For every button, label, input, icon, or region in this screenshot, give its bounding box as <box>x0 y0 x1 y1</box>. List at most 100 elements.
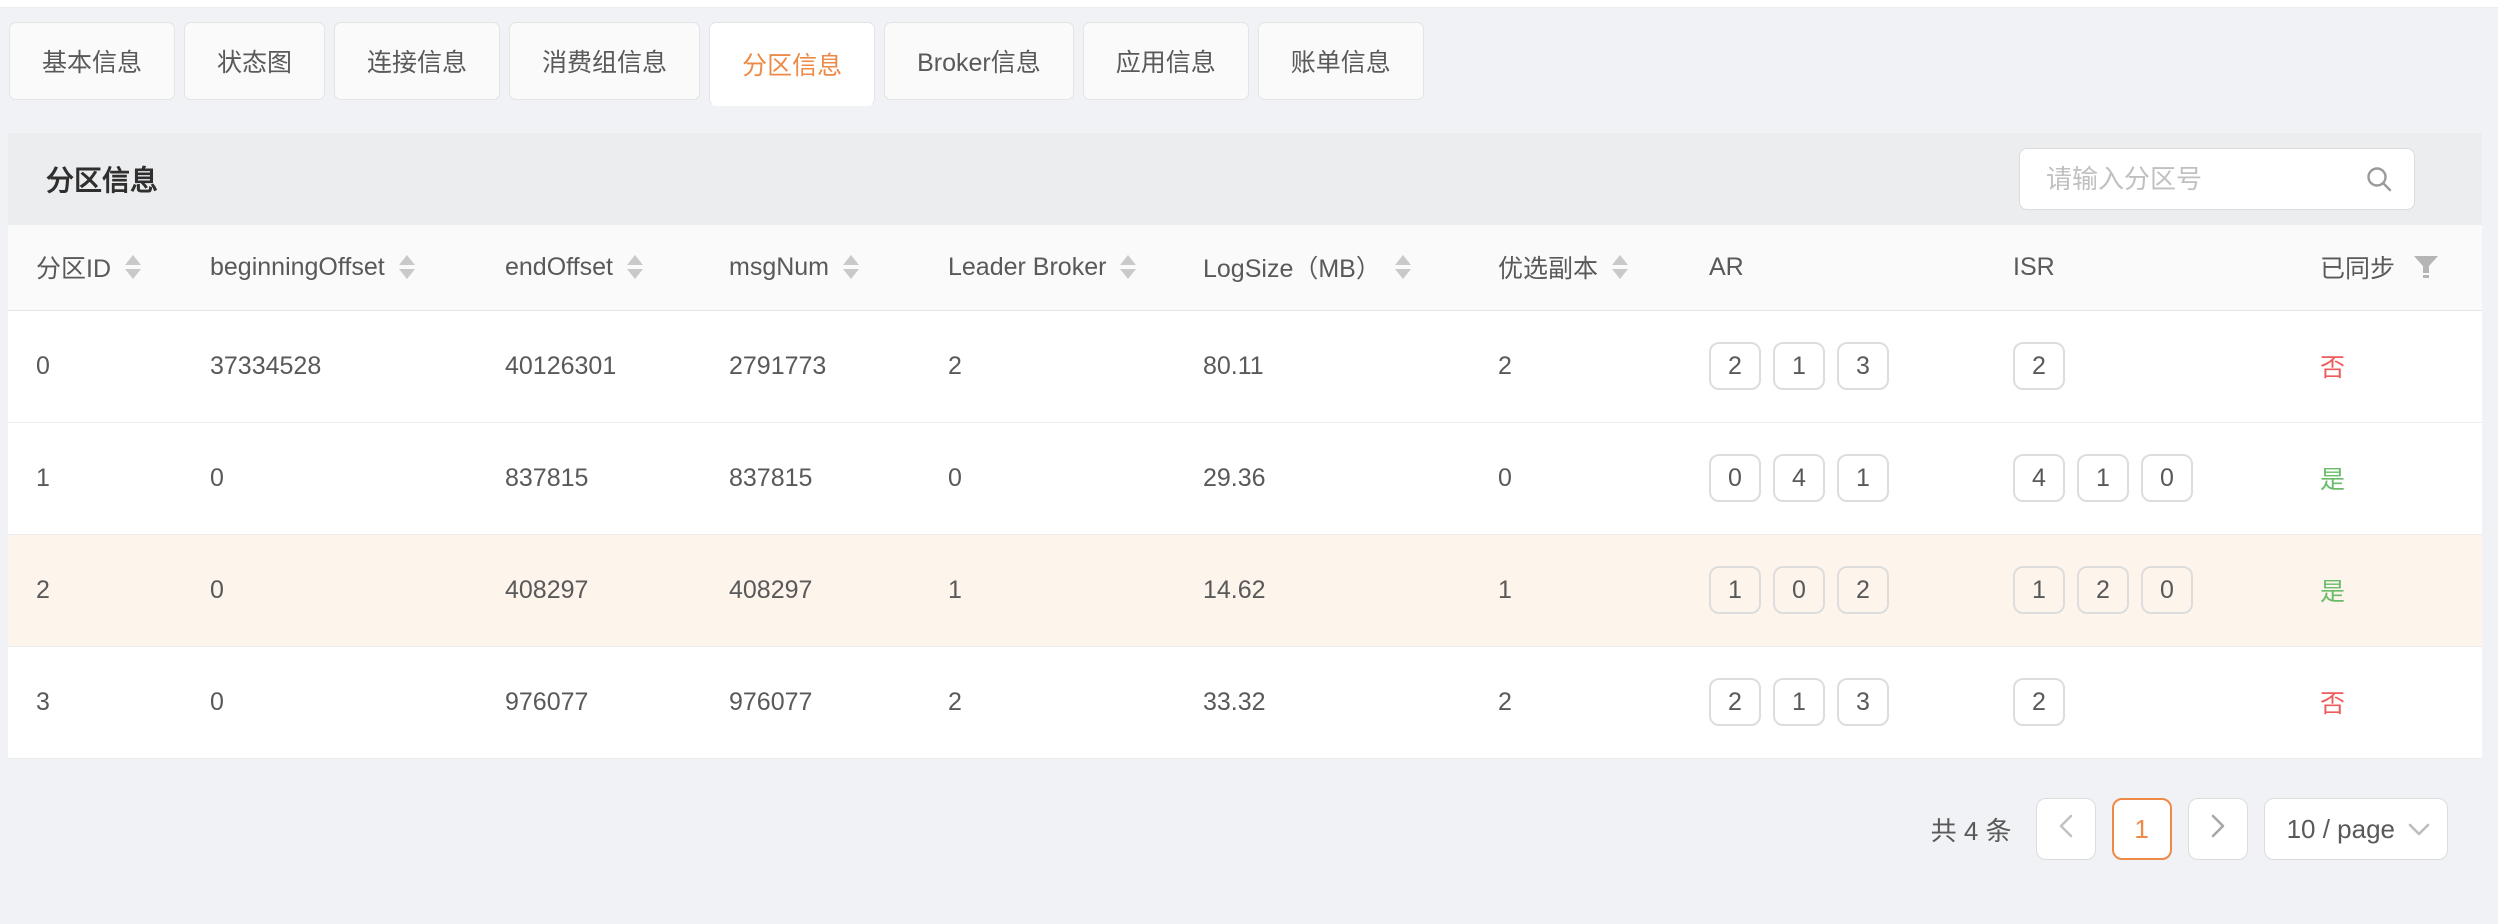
panel-header: 分区信息 <box>8 133 2482 225</box>
replica-tag: 1 <box>2077 454 2129 502</box>
column-label: endOffset <box>505 253 613 282</box>
cell-msg-num: 408297 <box>701 534 920 646</box>
column-header-end-offset[interactable]: endOffset <box>477 225 701 310</box>
tab-billing-info[interactable]: 账单信息 <box>1258 22 1424 100</box>
tab-label: 应用信息 <box>1116 43 1216 79</box>
replica-tag: 2 <box>2077 566 2129 614</box>
replica-tag: 0 <box>2141 566 2193 614</box>
replica-tag: 0 <box>1773 566 1825 614</box>
sort-icon[interactable] <box>399 255 415 279</box>
cell-leader-broker: 0 <box>920 422 1175 534</box>
page-size-select[interactable]: 10 / page <box>2264 798 2448 860</box>
tab-connection-info[interactable]: 连接信息 <box>334 22 500 100</box>
column-label: ISR <box>2013 253 2055 282</box>
tab-basic-info[interactable]: 基本信息 <box>9 22 175 100</box>
synced-status: 否 <box>2320 690 2345 718</box>
cell-beginning-offset: 37334528 <box>182 310 477 422</box>
column-header-msg-num[interactable]: msgNum <box>701 225 920 310</box>
column-header-ar: AR <box>1681 225 1985 310</box>
cell-synced: 否 <box>2292 646 2482 758</box>
tab-label: 分区信息 <box>742 46 842 82</box>
cell-synced: 否 <box>2292 310 2482 422</box>
replica-tag: 1 <box>1837 454 1889 502</box>
tab-partition-info[interactable]: 分区信息 <box>709 22 875 106</box>
replica-tag: 1 <box>2013 566 2065 614</box>
column-label: 分区ID <box>36 249 111 285</box>
tab-label: 连接信息 <box>367 43 467 79</box>
replica-tag: 2 <box>2013 678 2065 726</box>
column-label: AR <box>1709 253 1744 282</box>
sort-icon[interactable] <box>1395 255 1411 279</box>
sort-icon[interactable] <box>1612 255 1628 279</box>
chevron-down-icon <box>2407 814 2431 845</box>
cell-preferred-replica: 1 <box>1470 534 1681 646</box>
cell-ar: 041 <box>1681 422 1985 534</box>
sort-icon[interactable] <box>1120 255 1136 279</box>
cell-isr: 120 <box>1985 534 2292 646</box>
replica-tag: 4 <box>1773 454 1825 502</box>
cell-log-size: 14.62 <box>1175 534 1470 646</box>
tab-label: 状态图 <box>217 43 292 79</box>
replica-tag: 4 <box>2013 454 2065 502</box>
page-title: 分区信息 <box>46 159 158 199</box>
cell-msg-num: 837815 <box>701 422 920 534</box>
top-divider-strip <box>0 0 2498 8</box>
column-header-synced[interactable]: 已同步 <box>2292 225 2482 310</box>
cell-partition-id: 1 <box>8 422 182 534</box>
table-row: 3 0 976077 976077 2 33.32 2 213 2 否 <box>8 646 2482 758</box>
cell-partition-id: 3 <box>8 646 182 758</box>
replica-tag: 0 <box>2141 454 2193 502</box>
cell-synced: 是 <box>2292 534 2482 646</box>
cell-msg-num: 976077 <box>701 646 920 758</box>
table-row: 2 0 408297 408297 1 14.62 1 102 120 是 <box>8 534 2482 646</box>
replica-tag: 1 <box>1773 342 1825 390</box>
cell-beginning-offset: 0 <box>182 534 477 646</box>
replica-tag: 3 <box>1837 678 1889 726</box>
filter-funnel-icon[interactable] <box>2413 255 2439 279</box>
cell-leader-broker: 1 <box>920 534 1175 646</box>
column-label: 已同步 <box>2320 249 2395 285</box>
column-header-log-size[interactable]: LogSize（MB） <box>1175 225 1470 310</box>
sort-icon[interactable] <box>125 255 141 279</box>
sort-icon[interactable] <box>843 255 859 279</box>
synced-status: 是 <box>2320 578 2345 606</box>
page-size-label: 10 / page <box>2287 814 2395 845</box>
search-icon[interactable] <box>2364 164 2394 194</box>
next-page-button[interactable] <box>2188 798 2248 860</box>
cell-end-offset: 976077 <box>477 646 701 758</box>
sort-icon[interactable] <box>627 255 643 279</box>
cell-synced: 是 <box>2292 422 2482 534</box>
table-header-row: 分区ID beginningOffset endOffset msgNum Le… <box>8 225 2482 310</box>
cell-isr: 410 <box>1985 422 2292 534</box>
replica-tag: 0 <box>1709 454 1761 502</box>
tab-consumer-group-info[interactable]: 消费组信息 <box>509 22 700 100</box>
column-label: beginningOffset <box>210 253 385 282</box>
column-header-isr: ISR <box>1985 225 2292 310</box>
search-input[interactable] <box>2044 163 2364 196</box>
cell-preferred-replica: 2 <box>1470 646 1681 758</box>
replica-tag: 2 <box>2013 342 2065 390</box>
tab-broker-info[interactable]: Broker信息 <box>884 22 1074 100</box>
tab-application-info[interactable]: 应用信息 <box>1083 22 1249 100</box>
table-row: 0 37334528 40126301 2791773 2 80.11 2 21… <box>8 310 2482 422</box>
column-label: msgNum <box>729 253 829 282</box>
cell-ar: 102 <box>1681 534 1985 646</box>
tab-label: Broker信息 <box>917 43 1041 79</box>
column-header-preferred-replica[interactable]: 优选副本 <box>1470 225 1681 310</box>
tab-label: 账单信息 <box>1291 43 1391 79</box>
column-label: LogSize（MB） <box>1203 249 1381 285</box>
prev-page-button[interactable] <box>2036 798 2096 860</box>
column-header-leader-broker[interactable]: Leader Broker <box>920 225 1175 310</box>
column-header-partition-id[interactable]: 分区ID <box>8 225 182 310</box>
replica-tag: 1 <box>1773 678 1825 726</box>
column-label: 优选副本 <box>1498 249 1598 285</box>
cell-ar: 213 <box>1681 310 1985 422</box>
table-row: 1 0 837815 837815 0 29.36 0 041 410 是 <box>8 422 2482 534</box>
column-header-beginning-offset[interactable]: beginningOffset <box>182 225 477 310</box>
cell-beginning-offset: 0 <box>182 646 477 758</box>
cell-preferred-replica: 0 <box>1470 422 1681 534</box>
replica-tag: 2 <box>1709 678 1761 726</box>
page-1-button[interactable]: 1 <box>2112 798 2172 860</box>
tab-status-chart[interactable]: 状态图 <box>184 22 325 100</box>
replica-tag: 2 <box>1837 566 1889 614</box>
